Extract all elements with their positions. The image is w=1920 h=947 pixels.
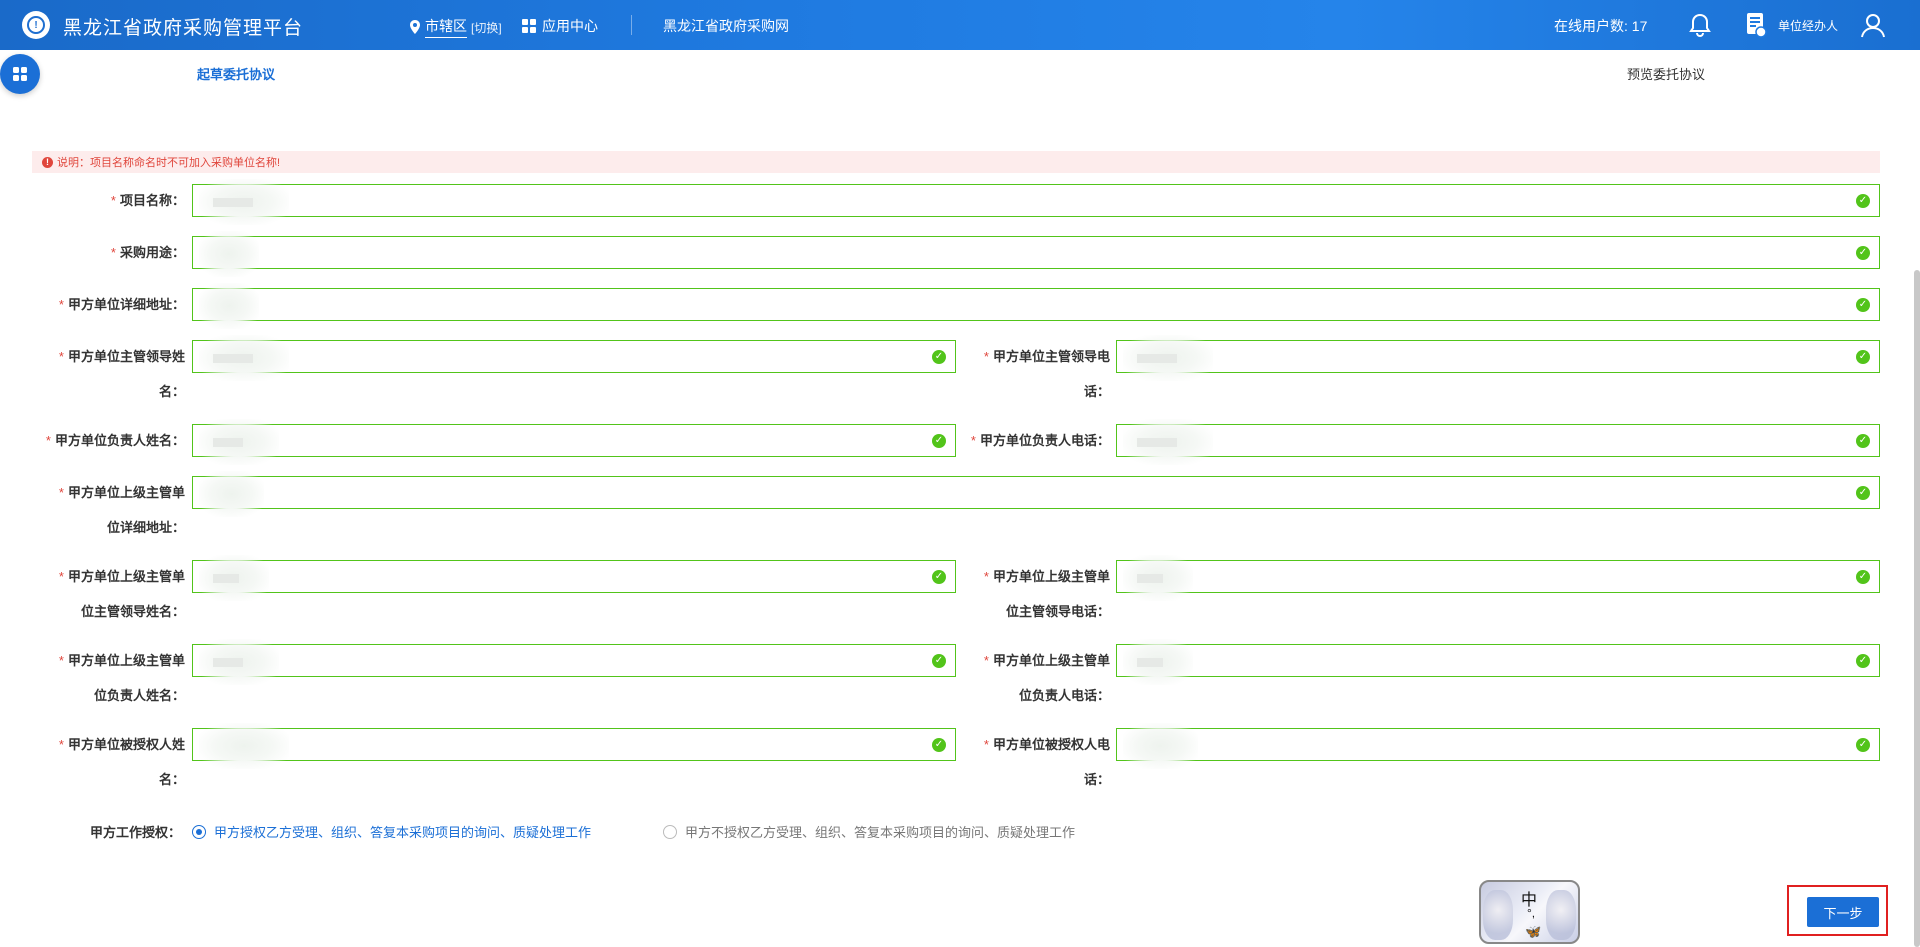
ime-input-widget[interactable]: 中 °, 🦋 [1479, 880, 1580, 944]
responsible-name-input[interactable]: ✓ [192, 419, 956, 465]
valid-check-icon: ✓ [932, 434, 946, 448]
label-superior-resp-name-cont: 位负责人姓名： [93, 688, 185, 703]
label-superior-resp-name: * 甲方单位上级主管单 [58, 653, 185, 668]
top-header: ! 黑龙江省政府采购管理平台 市辖区 [切换] 应用中心 黑龙江省政府采购网 在… [0, 0, 1920, 50]
valid-check-icon: ✓ [1856, 246, 1870, 260]
user-role-label[interactable]: 单位经办人 [1778, 17, 1838, 34]
notice-text: 说明：项目名称命名时不可加入采购单位名称! [57, 157, 281, 169]
butterfly-icon: 🦋 [1525, 924, 1542, 939]
label-superior-resp-phone-cont: 位负责人电话： [1018, 688, 1110, 703]
valid-check-icon: ✓ [932, 738, 946, 752]
apps-grid-icon [13, 67, 27, 81]
valid-check-icon: ✓ [1856, 486, 1870, 500]
valid-check-icon: ✓ [1856, 298, 1870, 312]
valid-check-icon: ✓ [932, 654, 946, 668]
valid-check-icon: ✓ [1856, 350, 1870, 364]
vertical-scrollbar[interactable] [1914, 270, 1920, 947]
character-art-right [1546, 890, 1576, 940]
valid-check-icon: ✓ [1856, 654, 1870, 668]
purpose-input[interactable]: ✓ [192, 231, 1880, 277]
responsible-phone-input[interactable]: ✓ [1116, 419, 1880, 465]
notice-banner: ! 说明：项目名称命名时不可加入采购单位名称! [32, 151, 1880, 173]
label-authorization: 甲方工作授权： [90, 825, 182, 840]
valid-check-icon: ✓ [1856, 194, 1870, 208]
radio-unchecked-icon [663, 824, 677, 839]
region-selector[interactable]: 市辖区 [切换] [409, 16, 502, 38]
character-art-left [1483, 890, 1513, 940]
user-avatar-icon[interactable] [1860, 12, 1886, 41]
warning-icon: ! [42, 156, 53, 168]
notification-bell-icon[interactable] [1687, 12, 1713, 41]
label-superior-leader-name-cont: 位主管领导姓名： [80, 604, 185, 619]
radio-authorize-yes[interactable]: 甲方授权乙方受理、组织、答复本采购项目的询问、质疑处理工作 [192, 822, 591, 841]
label-superior-resp-phone: * 甲方单位上级主管单 [983, 653, 1110, 668]
app-center-link[interactable]: 应用中心 [522, 16, 598, 36]
next-button[interactable]: 下一步 [1807, 897, 1879, 927]
label-authorized-name-cont: 名： [158, 772, 185, 787]
label-authorized-name: * 甲方单位被授权人姓 [58, 737, 185, 752]
label-address: * 甲方单位详细地址： [58, 297, 185, 312]
portal-link[interactable]: 黑龙江省政府采购网 [663, 16, 789, 36]
label-authorized-phone-cont: 话： [1083, 772, 1110, 787]
label-authorized-phone: * 甲方单位被授权人电 [983, 737, 1110, 752]
app-center-label: 应用中心 [542, 18, 598, 34]
superior-leader-phone-input[interactable]: ✓ [1116, 555, 1880, 601]
location-pin-icon [410, 20, 420, 34]
label-responsible-name: * 甲方单位负责人姓名： [45, 433, 185, 448]
superior-leader-name-input[interactable]: ✓ [192, 555, 956, 601]
label-superior-leader-name: * 甲方单位上级主管单 [58, 569, 185, 584]
valid-check-icon: ✓ [932, 570, 946, 584]
app-title: 黑龙江省政府采购管理平台 [63, 18, 304, 39]
label-purpose: * 采购用途： [110, 245, 185, 260]
label-superior-leader-phone: * 甲方单位上级主管单 [983, 569, 1110, 584]
leader-name-input[interactable]: ✓ [192, 335, 956, 381]
floating-menu-button[interactable] [0, 54, 40, 94]
label-superior-address: * 甲方单位上级主管单 [58, 485, 185, 500]
online-user-count: 在线用户数: 17 [1554, 18, 1648, 34]
next-button-highlight: 下一步 [1787, 885, 1888, 936]
region-switch-link[interactable]: [切换] [471, 19, 502, 36]
authorized-name-input[interactable]: ✓ [192, 723, 956, 769]
leader-phone-input[interactable]: ✓ [1116, 335, 1880, 381]
grid-icon [522, 19, 536, 33]
region-name[interactable]: 市辖区 [425, 16, 467, 38]
valid-check-icon: ✓ [1856, 434, 1870, 448]
radio-checked-icon [192, 824, 206, 839]
address-input[interactable]: ✓ [192, 283, 1880, 329]
superior-address-input[interactable]: ✓ [192, 471, 1880, 517]
superior-resp-name-input[interactable]: ✓ [192, 639, 956, 685]
valid-check-icon: ✓ [1856, 570, 1870, 584]
user-document-icon[interactable] [1745, 12, 1767, 41]
valid-check-icon: ✓ [1856, 738, 1870, 752]
platform-logo: ! [22, 11, 50, 39]
superior-resp-phone-input[interactable]: ✓ [1116, 639, 1880, 685]
label-leader-name-cont: 名： [158, 384, 185, 399]
label-leader-phone: * 甲方单位主管领导电 [983, 349, 1110, 364]
header-divider [631, 15, 632, 35]
label-leader-name: * 甲方单位主管领导姓 [58, 349, 185, 364]
label-superior-address-cont: 位详细地址： [106, 520, 185, 535]
valid-check-icon: ✓ [932, 350, 946, 364]
label-leader-phone-cont: 话： [1083, 384, 1110, 399]
step-preview-agreement[interactable]: 预览委托协议 [1627, 64, 1705, 83]
radio-authorize-no[interactable]: 甲方不授权乙方受理、组织、答复本采购项目的询问、质疑处理工作 [663, 822, 1075, 841]
label-project-name: * 项目名称： [110, 193, 185, 208]
authorized-phone-input[interactable]: ✓ [1116, 723, 1880, 769]
label-responsible-phone: * 甲方单位负责人电话： [970, 433, 1110, 448]
project-name-input[interactable]: ✓ [192, 179, 1880, 225]
ime-punctuation-indicator: °, [1527, 906, 1536, 920]
label-superior-leader-phone-cont: 位主管领导电话： [1005, 604, 1110, 619]
step-draft-agreement[interactable]: 起草委托协议 [197, 64, 275, 83]
